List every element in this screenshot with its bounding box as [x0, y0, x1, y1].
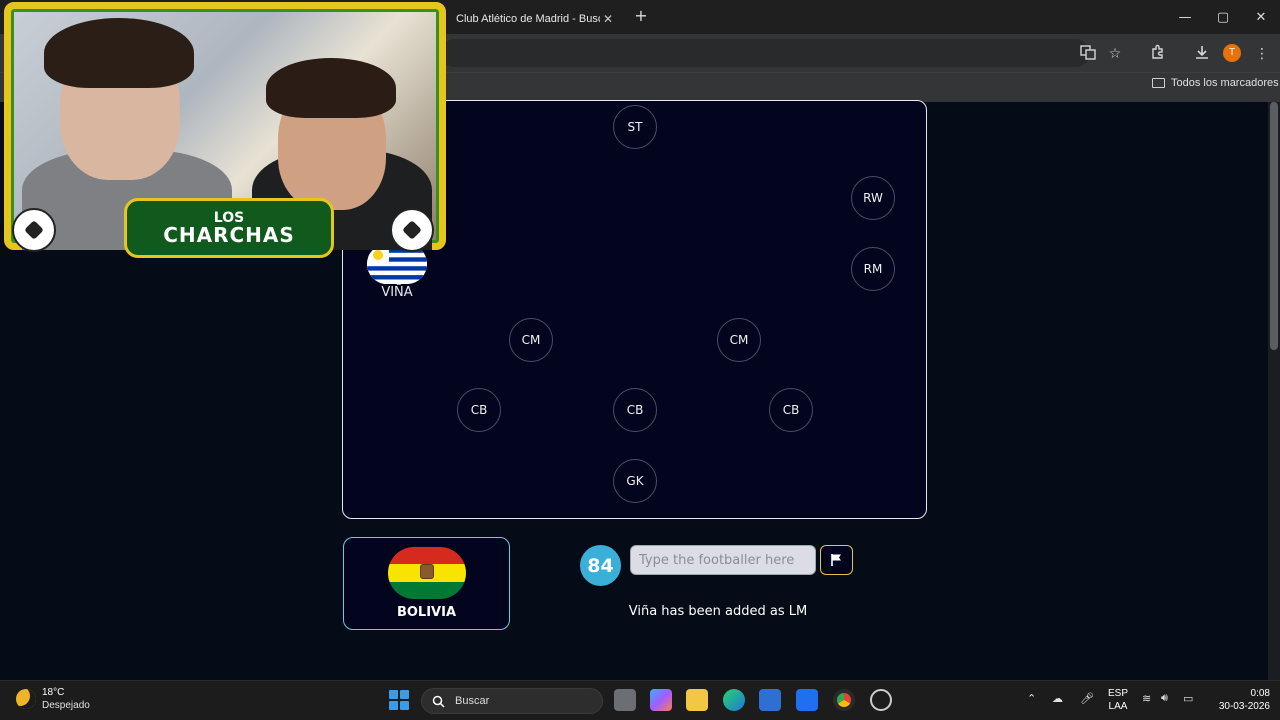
clock-time: 0:08: [1250, 688, 1270, 699]
position-cb-right[interactable]: CB: [769, 388, 813, 432]
all-bookmarks-label: Todos los marcadores: [1171, 77, 1279, 89]
screen: { "browser": { "tab_title": "Club Atléti…: [0, 0, 1280, 720]
address-bar[interactable]: [440, 39, 1090, 67]
chevron-up-icon[interactable]: ⌃: [1027, 692, 1036, 705]
close-window-button[interactable]: ✕: [1242, 0, 1280, 34]
clock-date: 30-03-2026: [1218, 701, 1270, 712]
onedrive-icon[interactable]: ☁: [1052, 692, 1063, 705]
flag-icon: [830, 554, 841, 566]
position-rm[interactable]: RM: [851, 247, 895, 291]
streamer-right-hair: [266, 58, 396, 118]
surrender-flag-button[interactable]: [820, 545, 853, 575]
scrollbar-thumb[interactable]: [1270, 102, 1278, 350]
stream-logo: LOS CHARCHAS: [124, 198, 334, 258]
bolivia-flag-icon: [388, 547, 466, 599]
taskbar-search[interactable]: Buscar: [421, 688, 603, 714]
all-bookmarks-folder[interactable]: Todos los marcadores: [1152, 77, 1279, 89]
chrome-icon[interactable]: [833, 689, 855, 711]
weather-temperature[interactable]: 18°C: [42, 687, 64, 698]
maximize-button[interactable]: ▢: [1204, 0, 1242, 34]
store-icon[interactable]: [759, 689, 781, 711]
keyboard-layout: LAA: [1108, 701, 1128, 712]
streamer-left-hair: [44, 18, 194, 88]
file-explorer-icon[interactable]: [686, 689, 708, 711]
system-clock[interactable]: 0:08 30-03-2026: [1208, 687, 1270, 713]
microphone-icon[interactable]: 🎤︎: [1080, 692, 1094, 705]
new-tab-button[interactable]: +: [632, 7, 650, 25]
volume-icon[interactable]: 🔊︎: [1161, 692, 1168, 705]
tab-title: Club Atlético de Madrid - Buscar: [456, 13, 600, 25]
translate-icon[interactable]: [1078, 44, 1098, 64]
search-label: Buscar: [455, 695, 490, 707]
position-cb-left[interactable]: CB: [457, 388, 501, 432]
minimize-button[interactable]: —: [1166, 0, 1204, 34]
position-cm-right[interactable]: CM: [717, 318, 761, 362]
copilot-icon[interactable]: [650, 689, 672, 711]
placed-player-name: VIÑA: [381, 285, 413, 300]
footballer-input[interactable]: [630, 545, 816, 575]
tab-close-icon[interactable]: ✕: [600, 12, 616, 26]
browser-tab[interactable]: Club Atlético de Madrid - Buscar ✕: [448, 4, 624, 34]
language-indicator[interactable]: ESP LAA: [1108, 687, 1128, 713]
profile-avatar[interactable]: T: [1223, 44, 1241, 62]
weather-condition[interactable]: Despejado: [42, 700, 90, 711]
soccer-ball-icon: [12, 208, 56, 252]
soccer-ball-icon: [390, 208, 434, 252]
logo-line2: CHARCHAS: [163, 223, 295, 247]
battery-icon[interactable]: ▭: [1183, 692, 1193, 705]
downloads-icon[interactable]: [1192, 44, 1212, 64]
dropbox-icon[interactable]: [796, 689, 818, 711]
position-cb-center[interactable]: CB: [613, 388, 657, 432]
moon-icon[interactable]: [16, 689, 36, 709]
search-icon: [432, 695, 445, 708]
position-cm-left[interactable]: CM: [509, 318, 553, 362]
position-st[interactable]: ST: [613, 105, 657, 149]
wifi-icon[interactable]: ≋: [1142, 692, 1151, 705]
menu-kebab-icon[interactable]: ⋮: [1252, 44, 1272, 64]
score-badge: 84: [580, 545, 621, 586]
task-view-icon[interactable]: [614, 689, 636, 711]
country-name: BOLIVIA: [396, 605, 457, 620]
recorder-icon[interactable]: [870, 689, 892, 711]
extensions-icon[interactable]: [1148, 44, 1168, 64]
bookmark-star-icon[interactable]: ☆: [1105, 44, 1125, 64]
webcam-overlay: LOS CHARCHAS: [0, 0, 448, 262]
edge-icon[interactable]: [723, 689, 745, 711]
position-gk[interactable]: GK: [613, 459, 657, 503]
language-code: ESP: [1108, 688, 1129, 699]
folder-icon: [1152, 78, 1165, 88]
position-rw[interactable]: RW: [851, 176, 895, 220]
status-message: Viña has been added as LM: [628, 604, 808, 619]
windows-start-icon[interactable]: [389, 690, 409, 710]
